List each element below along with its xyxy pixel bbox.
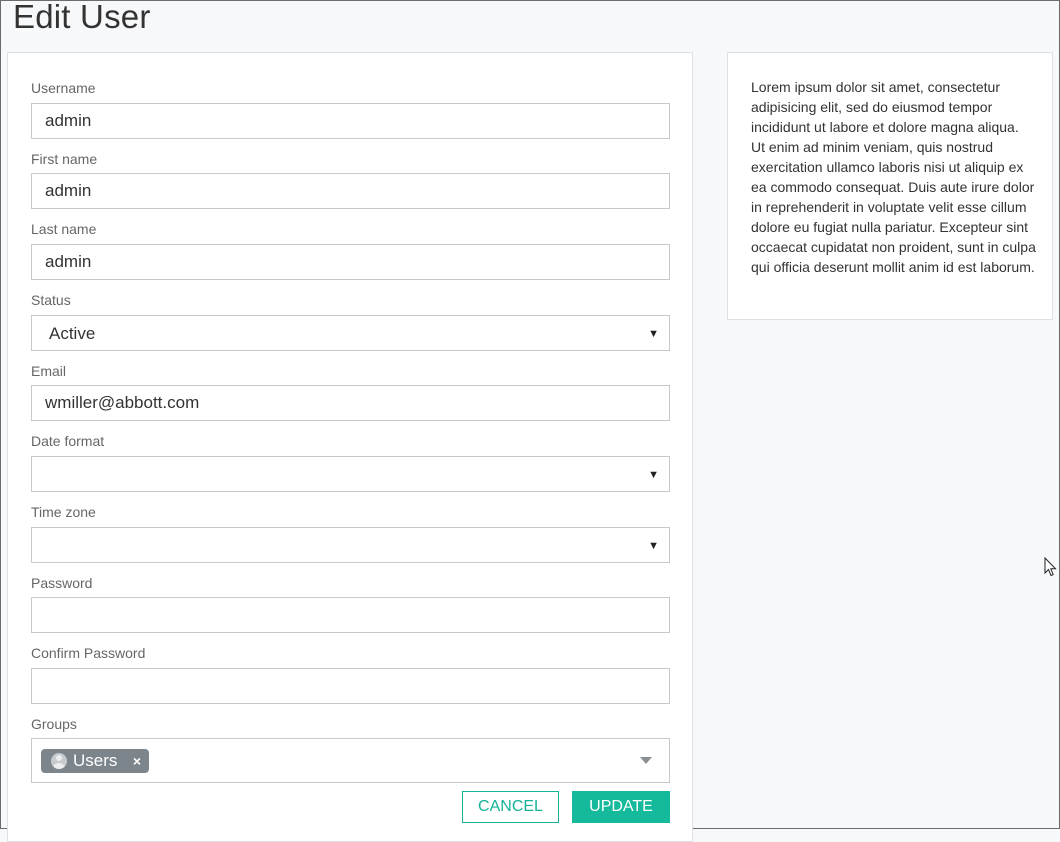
last-name-label: Last name xyxy=(31,221,97,237)
username-input[interactable] xyxy=(31,103,670,139)
user-avatar-icon xyxy=(51,753,67,769)
groups-label: Groups xyxy=(31,716,77,732)
username-field-group: Username xyxy=(31,78,670,98)
date-format-label: Date format xyxy=(31,433,105,449)
mouse-pointer-icon xyxy=(1044,557,1057,577)
email-label: Email xyxy=(31,363,67,379)
confirm-password-label: Confirm Password xyxy=(31,645,146,661)
info-text: Lorem ipsum dolor sit amet, consectetur … xyxy=(751,79,1036,275)
status-select-value: Active xyxy=(49,324,96,343)
chevron-down-icon[interactable] xyxy=(640,757,652,764)
username-input-wrap xyxy=(31,103,670,139)
password-input-wrap xyxy=(31,597,670,633)
cancel-button[interactable]: CANCEL xyxy=(462,791,559,823)
email-field-group: Email xyxy=(31,361,670,381)
password-label: Password xyxy=(31,575,93,591)
info-panel: Lorem ipsum dolor sit amet, consectetur … xyxy=(727,52,1053,320)
confirm-password-field-group: Confirm Password xyxy=(31,643,670,663)
date-format-select[interactable]: ▼ xyxy=(31,456,670,492)
email-input[interactable] xyxy=(31,385,670,421)
confirm-password-input[interactable] xyxy=(31,668,670,704)
password-input[interactable] xyxy=(31,597,670,633)
status-select-wrap: Active ▼ xyxy=(31,315,670,351)
edit-user-form: Username First name Last name Status Act… xyxy=(7,52,693,842)
first-name-input-wrap xyxy=(31,173,670,209)
last-name-input[interactable] xyxy=(31,244,670,280)
last-name-field-group: Last name xyxy=(31,219,670,239)
group-chip-users: Users × xyxy=(41,749,149,773)
first-name-field-group: First name xyxy=(31,149,670,169)
confirm-password-input-wrap xyxy=(31,668,670,704)
email-input-wrap xyxy=(31,385,670,421)
update-button[interactable]: UPDATE xyxy=(572,791,670,823)
date-format-field-group: Date format xyxy=(31,431,670,451)
status-label: Status xyxy=(31,292,71,308)
page-title: Edit User xyxy=(13,0,151,35)
groups-field-group: Groups xyxy=(31,714,670,734)
time-zone-select-wrap: ▼ xyxy=(31,527,670,563)
status-field-group: Status xyxy=(31,290,670,310)
status-select[interactable]: Active ▼ xyxy=(31,315,670,351)
caret-down-icon: ▼ xyxy=(648,540,659,552)
password-field-group: Password xyxy=(31,573,670,593)
first-name-input[interactable] xyxy=(31,173,670,209)
first-name-label: First name xyxy=(31,151,98,167)
time-zone-label: Time zone xyxy=(31,504,96,520)
time-zone-field-group: Time zone xyxy=(31,502,670,522)
remove-group-icon[interactable]: × xyxy=(133,749,141,773)
caret-down-icon: ▼ xyxy=(648,469,659,481)
groups-multiselect[interactable]: Users × xyxy=(31,738,670,783)
date-format-select-wrap: ▼ xyxy=(31,456,670,492)
group-chip-label: Users xyxy=(73,751,118,770)
username-label: Username xyxy=(31,80,96,96)
last-name-input-wrap xyxy=(31,244,670,280)
caret-down-icon: ▼ xyxy=(648,328,659,340)
time-zone-select[interactable]: ▼ xyxy=(31,527,670,563)
